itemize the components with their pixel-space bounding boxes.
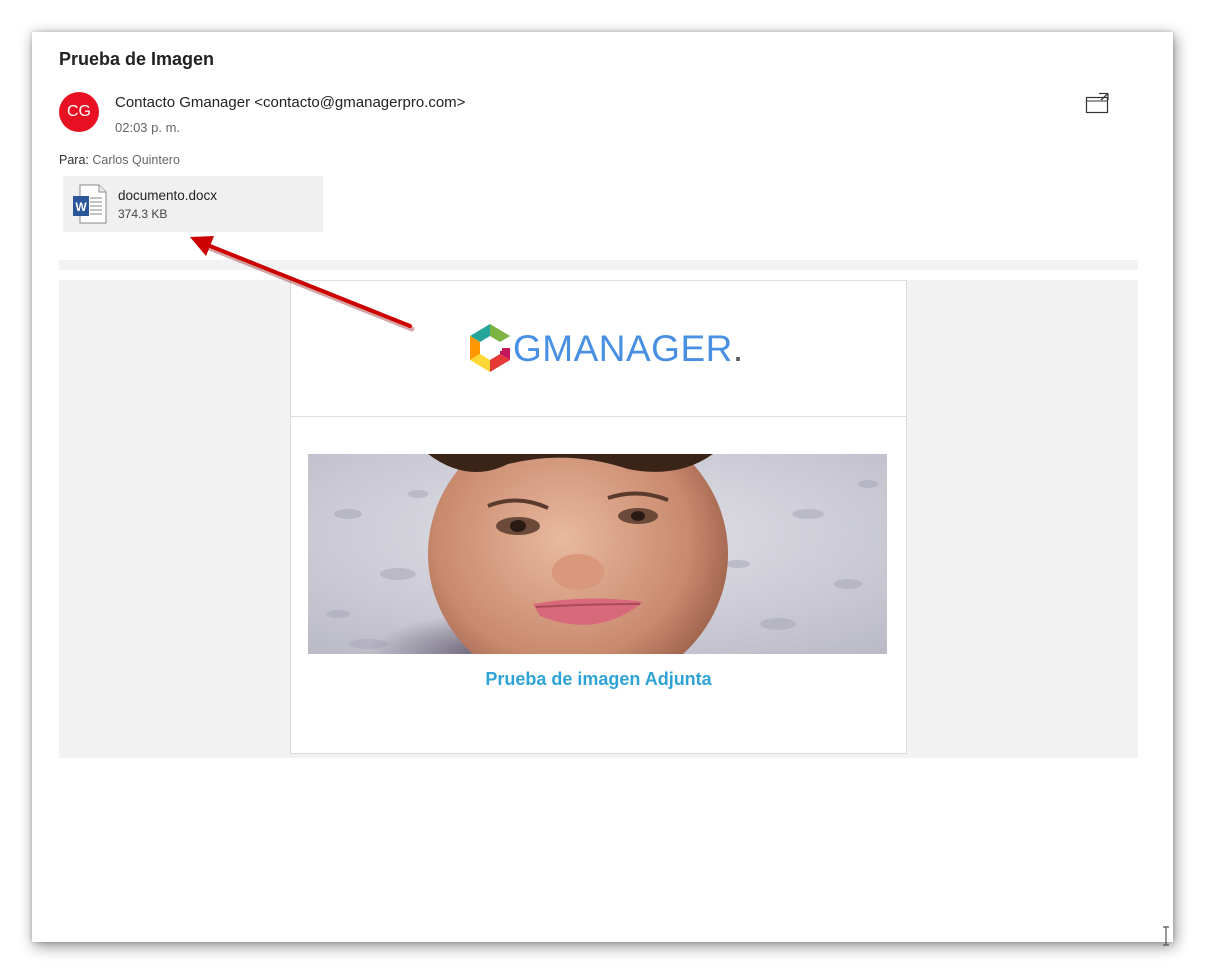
logo-wordmark: GMANAGER	[513, 328, 733, 369]
logo-header: GMANAGER.	[291, 281, 906, 417]
image-caption: Prueba de imagen Adjunta	[485, 669, 712, 689]
email-time: 02:03 p. m.	[115, 120, 181, 135]
to-label: Para:	[59, 153, 89, 167]
email-body-card: GMANAGER. Prueba de imagen Adjunta	[290, 280, 907, 754]
email-reading-pane: Prueba de Imagen CG Contacto Gmanager <c…	[32, 32, 1173, 942]
header-divider	[59, 260, 1138, 270]
email-subject: Prueba de Imagen	[59, 49, 215, 69]
text-cursor-icon	[1161, 926, 1171, 946]
recipient-line: Para: Carlos Quintero	[59, 153, 180, 167]
popout-window-icon[interactable]	[1085, 92, 1111, 116]
beach-portrait-photo[interactable]	[308, 454, 887, 654]
word-document-icon: W	[72, 184, 108, 224]
sender-avatar[interactable]: CG	[59, 92, 99, 132]
recipient-name[interactable]: Carlos Quintero	[92, 153, 180, 167]
attachment-filename: documento.docx	[118, 188, 218, 203]
attachment-card[interactable]: W documento.docx 374.3 KB	[63, 176, 323, 232]
logo-dot: .	[732, 328, 744, 369]
gmanager-logo-text: GMANAGER.	[513, 328, 744, 370]
attachment-size: 374.3 KB	[118, 207, 168, 221]
svg-text:W: W	[75, 200, 87, 214]
sender-name[interactable]: Contacto Gmanager <contacto@gmanagerpro.…	[115, 94, 465, 111]
gmanager-logo-icon	[467, 322, 513, 376]
